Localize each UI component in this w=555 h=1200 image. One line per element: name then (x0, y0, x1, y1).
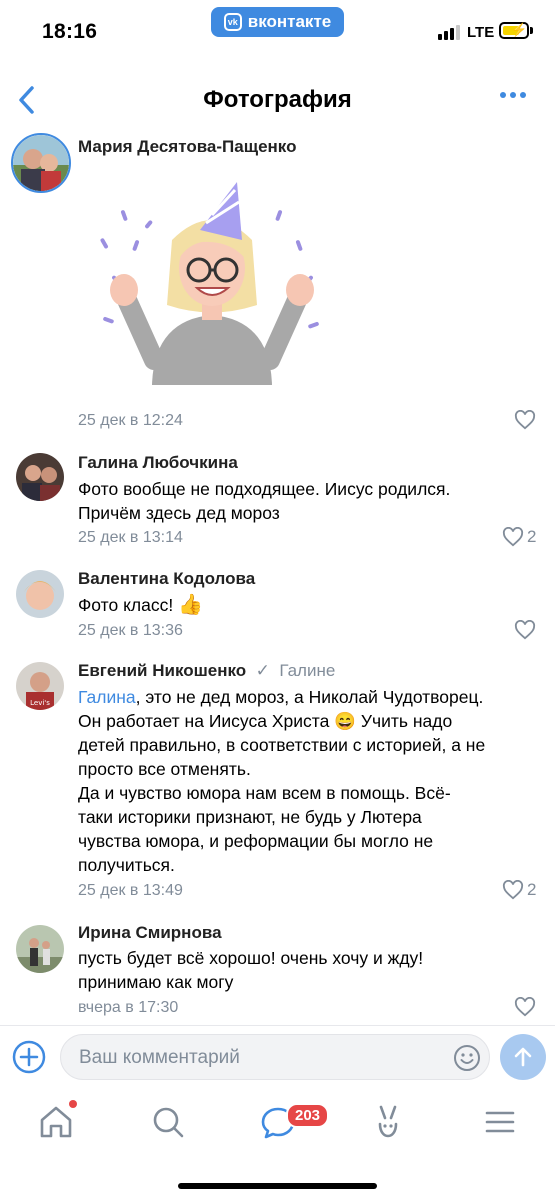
home-notification-dot (69, 1100, 77, 1108)
comment-like-button[interactable] (514, 620, 536, 640)
comment-avatar[interactable] (16, 570, 64, 618)
messages-badge: 203 (286, 1103, 330, 1128)
page-title: Фотография (203, 86, 352, 113)
send-button[interactable] (500, 1034, 546, 1080)
comment-line: Да и чувство юмора нам всем в помощь. Вс… (78, 783, 451, 803)
comment-text: пусть будет всё хорошо! очень хочу и жду… (78, 946, 538, 994)
comment-line: детей правильно, в соответствии с истори… (78, 735, 486, 755)
comment-line: получиться. (78, 855, 175, 875)
battery-icon: ⚡ (499, 22, 529, 39)
heart-icon (502, 527, 524, 547)
clips-icon[interactable] (368, 1102, 408, 1142)
comment-line: просто все отменять. (78, 759, 251, 779)
vk-logo-icon: vk (223, 13, 242, 31)
more-dots-icon[interactable] (500, 92, 526, 98)
vk-app-pill[interactable]: vk вконтакте (211, 7, 344, 37)
tab-bar (0, 1090, 555, 1160)
comment-line: Учить надо (355, 711, 453, 731)
reply-to[interactable]: ✓ Галине (251, 661, 336, 680)
post-author-name[interactable]: Мария Десятова-Пащенко (78, 137, 296, 157)
home-icon[interactable] (36, 1102, 76, 1142)
comment-text: Фото класс! 👍 (78, 593, 538, 617)
emoji-icon[interactable] (453, 1044, 481, 1072)
thumbs-up-emoji: 👍 (178, 594, 204, 616)
status-bar: 18:16 vk вконтакте LTE ⚡ (0, 0, 555, 60)
comment-date: 25 дек в 13:36 (78, 622, 183, 639)
birthday-sticker (100, 182, 319, 385)
comment-line: чувства юмора, и реформации бы могло не (78, 831, 434, 851)
battery-tip (530, 27, 533, 34)
heart-icon (514, 620, 536, 640)
comment-author[interactable]: Валентина Кодолова (78, 569, 255, 589)
comment-line: таки историки признают, не будь у Лютера (78, 807, 422, 827)
mention-link[interactable]: Галина (78, 687, 136, 707)
status-time: 18:16 (42, 20, 98, 43)
svg-text:Levi's: Levi's (30, 699, 50, 707)
menu-icon[interactable] (480, 1102, 520, 1142)
comment-author[interactable]: Ирина Смирнова (78, 923, 222, 943)
nav-bar: Фотография (0, 72, 555, 128)
comment-line: , это не дед мороз, а Николай Чудотворец… (135, 687, 484, 707)
comment-date: 25 дек в 13:14 (78, 529, 183, 546)
post-like-button[interactable] (514, 410, 536, 430)
comment-author[interactable]: Евгений Никошенко ✓ Галине (78, 661, 335, 681)
like-count: 2 (527, 880, 537, 899)
comment-like-button[interactable]: 2 (502, 880, 536, 900)
comment-date: вчера в 17:30 (78, 999, 179, 1016)
comment-line: Он работает на Иисуса Христа (78, 711, 330, 731)
comment-like-button[interactable]: 2 (502, 527, 536, 547)
comment-line: Фото вообще не подходящее. Иисус родился… (78, 479, 451, 499)
composer-divider (0, 1025, 555, 1026)
comment-line: Фото класс! (78, 595, 174, 615)
comment-line: пусть будет всё хорошо! очень хочу и жду… (78, 948, 424, 968)
add-icon[interactable] (12, 1040, 46, 1074)
comment-author-name: Евгений Никошенко (78, 661, 247, 680)
comment-like-button[interactable] (514, 997, 536, 1017)
post-author-avatar[interactable] (11, 133, 71, 193)
heart-icon (514, 410, 536, 430)
comment-date: 25 дек в 13:49 (78, 882, 183, 899)
comment-text: Галина, это не дед мороз, а Николай Чудо… (78, 685, 538, 877)
heart-icon (502, 880, 524, 900)
post-date: 25 дек в 12:24 (78, 412, 183, 429)
reply-to-name: Галине (279, 661, 336, 680)
home-indicator (178, 1183, 377, 1189)
signal-icon (438, 25, 460, 40)
comment-line: принимаю как могу (78, 972, 234, 992)
vk-app-pill-label: вконтакте (247, 12, 332, 31)
search-icon[interactable] (148, 1102, 188, 1142)
grin-emoji: 😄 (334, 711, 356, 731)
comment-input[interactable] (77, 1035, 441, 1081)
comment-text: Фото вообще не подходящее. Иисус родился… (78, 477, 538, 525)
comment-avatar[interactable]: Levi's (16, 662, 64, 710)
like-count: 2 (527, 527, 537, 546)
comment-line: Причём здесь дед мороз (78, 503, 280, 523)
heart-icon (514, 997, 536, 1017)
comment-author[interactable]: Галина Любочкина (78, 453, 238, 473)
send-arrow-icon (514, 1047, 532, 1067)
comment-input-box[interactable] (60, 1034, 490, 1081)
network-type: LTE (467, 24, 495, 41)
comment-avatar[interactable] (16, 453, 64, 501)
comment-avatar[interactable] (16, 925, 64, 973)
